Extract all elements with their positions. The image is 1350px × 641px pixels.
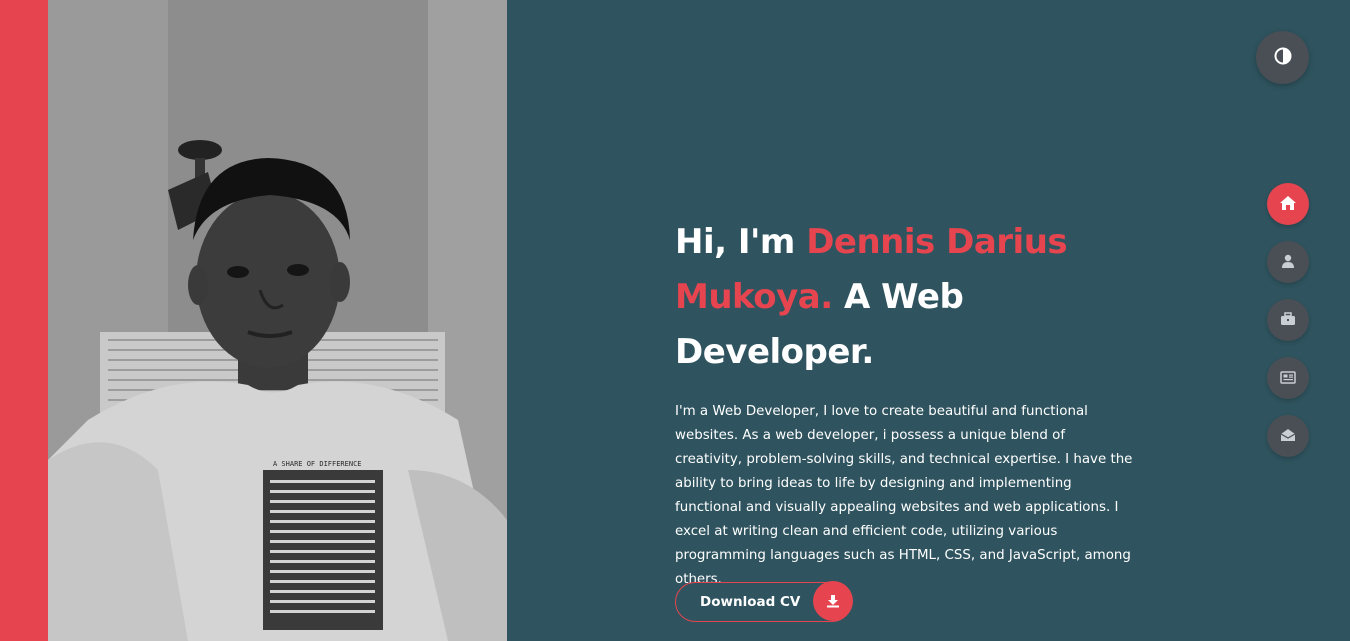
nav-portfolio[interactable] <box>1267 299 1309 341</box>
shirt-text: A SHARE OF DIFFERENCE <box>273 460 362 468</box>
download-cv-button[interactable]: Download CV <box>675 581 853 622</box>
download-icon <box>813 581 853 621</box>
nav-home[interactable] <box>1267 183 1309 225</box>
nav-contact[interactable] <box>1267 415 1309 457</box>
hero-heading: Hi, I'm Dennis Darius Mukoya. A Web Deve… <box>675 215 1145 380</box>
bio-paragraph: I'm a Web Developer, I love to create be… <box>675 404 1133 587</box>
contrast-icon <box>1274 47 1292 69</box>
user-icon <box>1281 253 1295 272</box>
theme-toggle-button[interactable] <box>1256 31 1309 84</box>
red-accent-strip <box>0 0 48 641</box>
envelope-open-icon <box>1280 427 1296 446</box>
greeting-text: Hi, I'm <box>675 222 807 262</box>
hero-section: Hi, I'm Dennis Darius Mukoya. A Web Deve… <box>675 215 1145 592</box>
briefcase-icon <box>1280 311 1296 330</box>
profile-photo: A SHARE OF DIFFERENCE <box>48 0 507 641</box>
newspaper-icon <box>1280 369 1296 388</box>
nav-blog[interactable] <box>1267 357 1309 399</box>
home-icon <box>1280 195 1296 214</box>
nav-about[interactable] <box>1267 241 1309 283</box>
side-navigation <box>1267 183 1309 473</box>
download-cv-label: Download CV <box>700 594 801 610</box>
